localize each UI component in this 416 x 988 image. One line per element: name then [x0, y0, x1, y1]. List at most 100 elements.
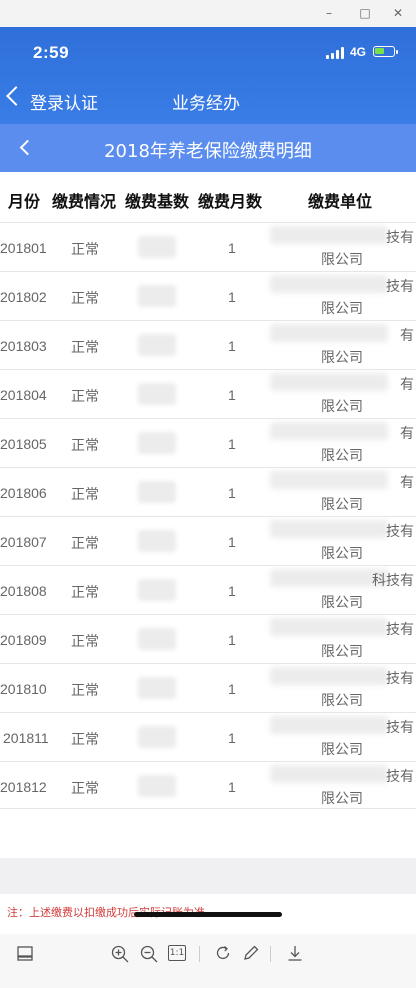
thumbnail-icon[interactable] [14, 944, 36, 966]
cell-unit-line2: 限公司 [321, 644, 363, 660]
maximize-button[interactable]: □ [355, 4, 375, 22]
rotate-icon[interactable] [212, 944, 234, 966]
header-months: 缴费月数 [198, 192, 263, 211]
cell-base-redacted [138, 628, 176, 650]
cell-status: 正常 [71, 340, 99, 356]
zoom-out-icon[interactable] [138, 944, 160, 966]
cell-base-redacted [138, 432, 176, 454]
cell-unit-redacted [270, 422, 388, 440]
cell-unit-redacted [270, 226, 388, 244]
cell-unit-redacted [270, 765, 388, 783]
cell-status: 正常 [71, 683, 99, 699]
network-type: 4G [350, 45, 367, 59]
cell-unit-line2: 限公司 [321, 301, 363, 317]
cell-unit-tail: 技有 [386, 720, 414, 736]
cell-base-redacted [138, 383, 176, 405]
header-month: 月份 [8, 192, 41, 211]
cell-unit-line2: 限公司 [321, 252, 363, 268]
cell-base-redacted [138, 726, 176, 748]
cell-status: 正常 [71, 732, 99, 748]
cell-base-redacted [138, 285, 176, 307]
cell-unit-tail: 技有 [386, 622, 414, 638]
cell-status: 正常 [71, 389, 99, 405]
cell-month: 201801 [0, 240, 47, 256]
download-icon[interactable] [284, 944, 306, 966]
cell-unit-tail: 技有 [386, 230, 414, 246]
cell-unit-tail: 有 [400, 328, 414, 344]
cell-month: 201804 [0, 387, 47, 403]
table-row: 201806 正常 1 有 限公司 [0, 467, 416, 516]
cell-months: 1 [228, 779, 236, 795]
cell-month: 201807 [0, 534, 47, 550]
actual-size-button[interactable]: 1:1 [168, 945, 186, 961]
cell-unit-tail: 有 [400, 475, 414, 491]
header-base: 缴费基数 [125, 192, 190, 211]
table-row: 201805 正常 1 有 限公司 [0, 418, 416, 467]
cell-months: 1 [228, 240, 236, 256]
back-icon[interactable] [6, 86, 26, 106]
table-row: 201810 正常 1 技有 限公司 [0, 663, 416, 712]
cell-base-redacted [138, 775, 176, 797]
table-row: 201809 正常 1 技有 限公司 [0, 614, 416, 663]
cell-month: 201809 [0, 632, 47, 648]
cell-months: 1 [228, 534, 236, 550]
cell-base-redacted [138, 334, 176, 356]
cell-months: 1 [228, 387, 236, 403]
status-time: 2:59 [33, 43, 70, 62]
window-titlebar: – □ ✕ [0, 0, 416, 27]
cell-month: 201810 [0, 681, 47, 697]
table-header: 月份 缴费情况 缴费基数 缴费月数 缴费单位 [0, 172, 416, 220]
cell-unit-tail: 技有 [386, 769, 414, 785]
cell-months: 1 [228, 289, 236, 305]
cell-unit-redacted [270, 373, 388, 391]
cell-status: 正常 [71, 242, 99, 258]
cell-unit-line2: 限公司 [321, 546, 363, 562]
cell-month: 201808 [0, 583, 47, 599]
cell-unit-redacted [270, 471, 388, 489]
cell-base-redacted [138, 481, 176, 503]
cell-months: 1 [228, 632, 236, 648]
page-title: 2018年养老保险缴费明细 [104, 141, 312, 162]
cell-months: 1 [228, 436, 236, 452]
table-row: 201812 正常 1 技有 限公司 [0, 761, 416, 810]
cell-months: 1 [228, 583, 236, 599]
cell-month: 201805 [0, 436, 47, 452]
app-header: 2:59 4G 登录认证 业务经办 [0, 27, 416, 124]
cell-base-redacted [138, 236, 176, 258]
cell-unit-line2: 限公司 [321, 350, 363, 366]
table-row: 201802 正常 1 技有 限公司 [0, 271, 416, 320]
cell-months: 1 [228, 485, 236, 501]
cell-base-redacted [138, 579, 176, 601]
cell-months: 1 [228, 681, 236, 697]
cell-unit-line2: 限公司 [321, 742, 363, 758]
cell-unit-line2: 限公司 [321, 595, 363, 611]
cell-unit-line2: 限公司 [321, 791, 363, 807]
signal-icon [326, 47, 346, 59]
zoom-in-icon[interactable] [109, 944, 131, 966]
page-header: 2018年养老保险缴费明细 [0, 124, 416, 172]
table-row: 201801 正常 1 技有 限公司 [0, 222, 416, 271]
cell-month: 201812 [0, 779, 47, 795]
cell-unit-line2: 限公司 [321, 497, 363, 513]
table-row: 201807 正常 1 技有 限公司 [0, 516, 416, 565]
cell-status: 正常 [71, 585, 99, 601]
cell-status: 正常 [71, 634, 99, 650]
table-row: 201811 正常 1 技有 限公司 [0, 712, 416, 761]
cell-unit-redacted [270, 618, 388, 636]
edit-pencil-icon[interactable] [240, 944, 262, 966]
toolbar-divider [199, 946, 200, 962]
cell-month: 201806 [0, 485, 47, 501]
nav-title: 业务经办 [172, 94, 240, 114]
back-button-label[interactable]: 登录认证 [30, 89, 98, 114]
cell-unit-tail: 科技有 [372, 573, 414, 589]
cell-unit-redacted [270, 520, 388, 538]
cell-unit-redacted [270, 667, 388, 685]
cell-unit-line2: 限公司 [321, 399, 363, 415]
minimize-button[interactable]: – [319, 4, 339, 22]
cell-unit-redacted [270, 275, 388, 293]
cell-unit-redacted [270, 716, 388, 734]
close-button[interactable]: ✕ [388, 4, 408, 22]
cell-month: 201811 [3, 730, 49, 746]
cell-unit-line2: 限公司 [321, 693, 363, 709]
toolbar-divider [270, 946, 271, 962]
